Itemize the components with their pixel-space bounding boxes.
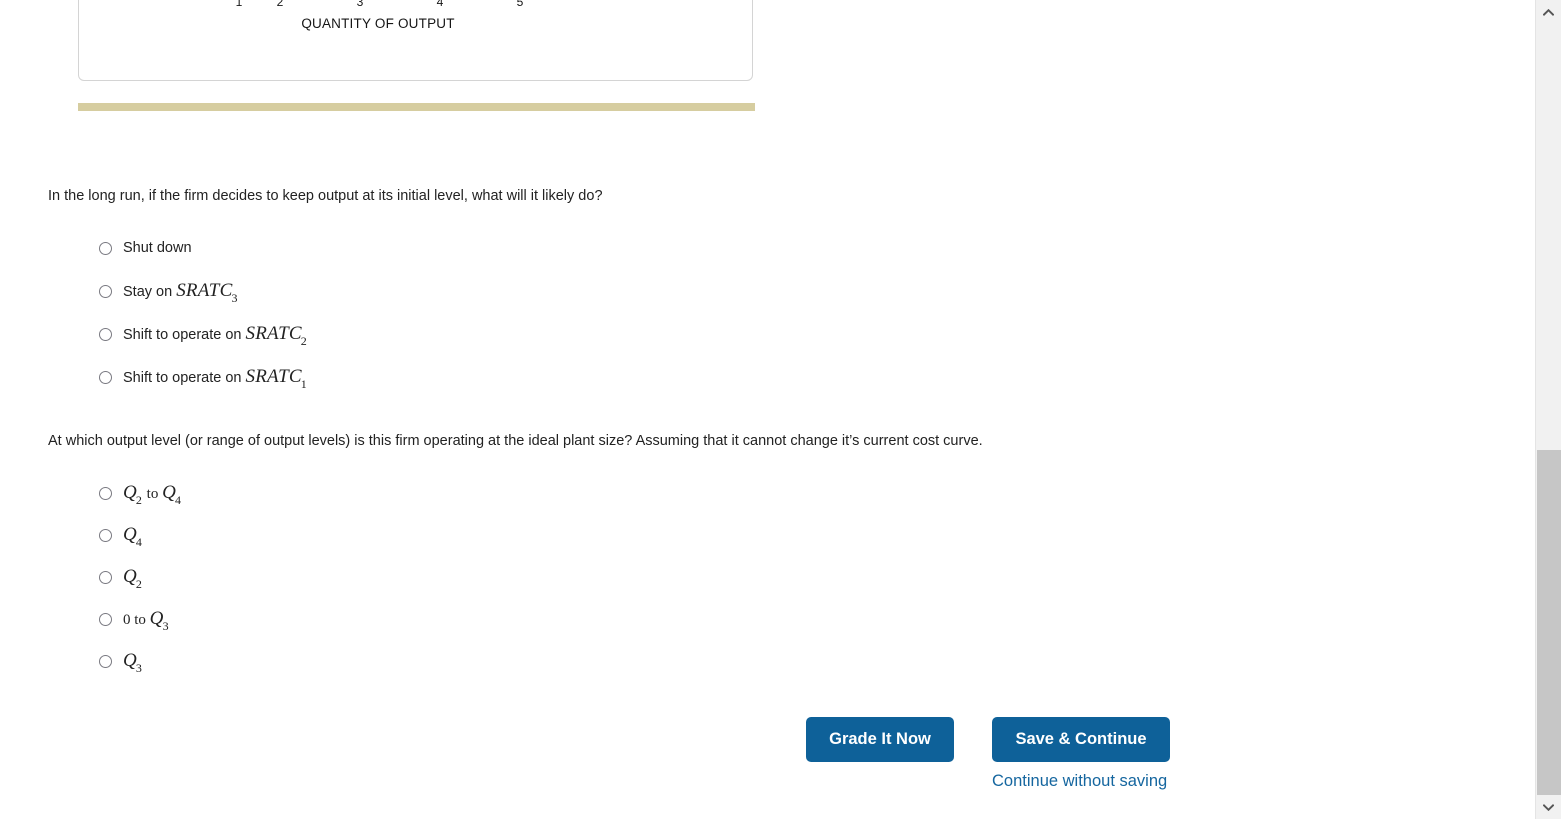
scrollbar-down-button[interactable] — [1536, 795, 1561, 819]
option-q2-q3-label: Q3 — [123, 650, 142, 675]
radio-q2-q2[interactable] — [99, 571, 112, 584]
option-q1-shift-to-sratc1[interactable]: Shift to operate on SRATC1 — [99, 366, 308, 391]
radio-q1-shift-to-sratc1[interactable] — [99, 371, 112, 384]
option-q2-q2-to-q4[interactable]: Q2 to Q4 — [99, 482, 182, 507]
option-q1-shift-to-sratc2[interactable]: Shift to operate on SRATC2 — [99, 323, 308, 348]
x-tick-1: 1 — [236, 0, 243, 9]
radio-q2-q4[interactable] — [99, 529, 112, 542]
question-2-options: Q2 to Q4 Q4 Q2 0 to Q3 Q3 — [99, 483, 182, 693]
x-tick-3: 3 — [357, 0, 364, 9]
option-q1-shut-down[interactable]: Shut down — [99, 238, 308, 259]
vertical-scrollbar[interactable] — [1535, 0, 1561, 819]
radio-q2-q3[interactable] — [99, 655, 112, 668]
option-q2-q3[interactable]: Q3 — [99, 650, 182, 675]
radio-q1-shift-to-sratc2[interactable] — [99, 328, 112, 341]
question-1-options: Shut down Stay on SRATC3 Shift to operat… — [99, 238, 308, 410]
option-q1-stay-on-sratc3[interactable]: Stay on SRATC3 — [99, 280, 308, 305]
radio-q2-0-to-q3[interactable] — [99, 613, 112, 626]
chevron-up-icon — [1543, 8, 1554, 16]
save-and-continue-button[interactable]: Save & Continue — [992, 717, 1170, 762]
page-content: 1 2 3 4 5 QUANTITY OF OUTPUT In the long… — [0, 0, 1535, 819]
option-q2-q2[interactable]: Q2 — [99, 566, 182, 591]
radio-q1-stay-on-sratc3[interactable] — [99, 285, 112, 298]
chart-x-axis-title-text: QUANTITY OF OUTPUT — [301, 16, 455, 31]
continue-without-saving-link[interactable]: Continue without saving — [992, 772, 1167, 791]
chevron-down-icon — [1543, 803, 1554, 811]
option-q2-0-to-q3[interactable]: 0 to Q3 — [99, 608, 182, 633]
x-tick-4: 4 — [437, 0, 444, 9]
option-q1-shift-to-sratc1-label: Shift to operate on SRATC1 — [123, 366, 307, 391]
option-q2-0-to-q3-label: 0 to Q3 — [123, 608, 169, 633]
option-q2-q2-label: Q2 — [123, 566, 142, 591]
grade-it-now-button[interactable]: Grade It Now — [806, 717, 954, 762]
scrollbar-up-button[interactable] — [1536, 0, 1561, 24]
chart-x-axis: 1 2 3 4 5 — [79, 0, 752, 9]
option-q2-q4-label: Q4 — [123, 524, 142, 549]
cost-curve-figure-card: 1 2 3 4 5 QUANTITY OF OUTPUT — [78, 0, 753, 81]
option-q1-stay-on-sratc3-label: Stay on SRATC3 — [123, 280, 238, 305]
x-tick-2: 2 — [277, 0, 284, 9]
option-q1-shut-down-label: Shut down — [123, 240, 192, 257]
option-q2-q2-to-q4-label: Q2 to Q4 — [123, 482, 182, 507]
option-q1-shift-to-sratc2-label: Shift to operate on SRATC2 — [123, 323, 307, 348]
question-1-prompt: In the long run, if the firm decides to … — [48, 188, 603, 204]
section-divider-bar — [78, 103, 755, 111]
option-q2-q4[interactable]: Q4 — [99, 524, 182, 549]
scrollbar-thumb[interactable] — [1537, 450, 1561, 795]
chart-x-axis-title: QUANTITY OF OUTPUT — [79, 16, 752, 31]
radio-q2-q2-to-q4[interactable] — [99, 487, 112, 500]
question-2-prompt: At which output level (or range of outpu… — [48, 433, 983, 449]
x-tick-5: 5 — [517, 0, 524, 9]
radio-q1-shut-down[interactable] — [99, 242, 112, 255]
